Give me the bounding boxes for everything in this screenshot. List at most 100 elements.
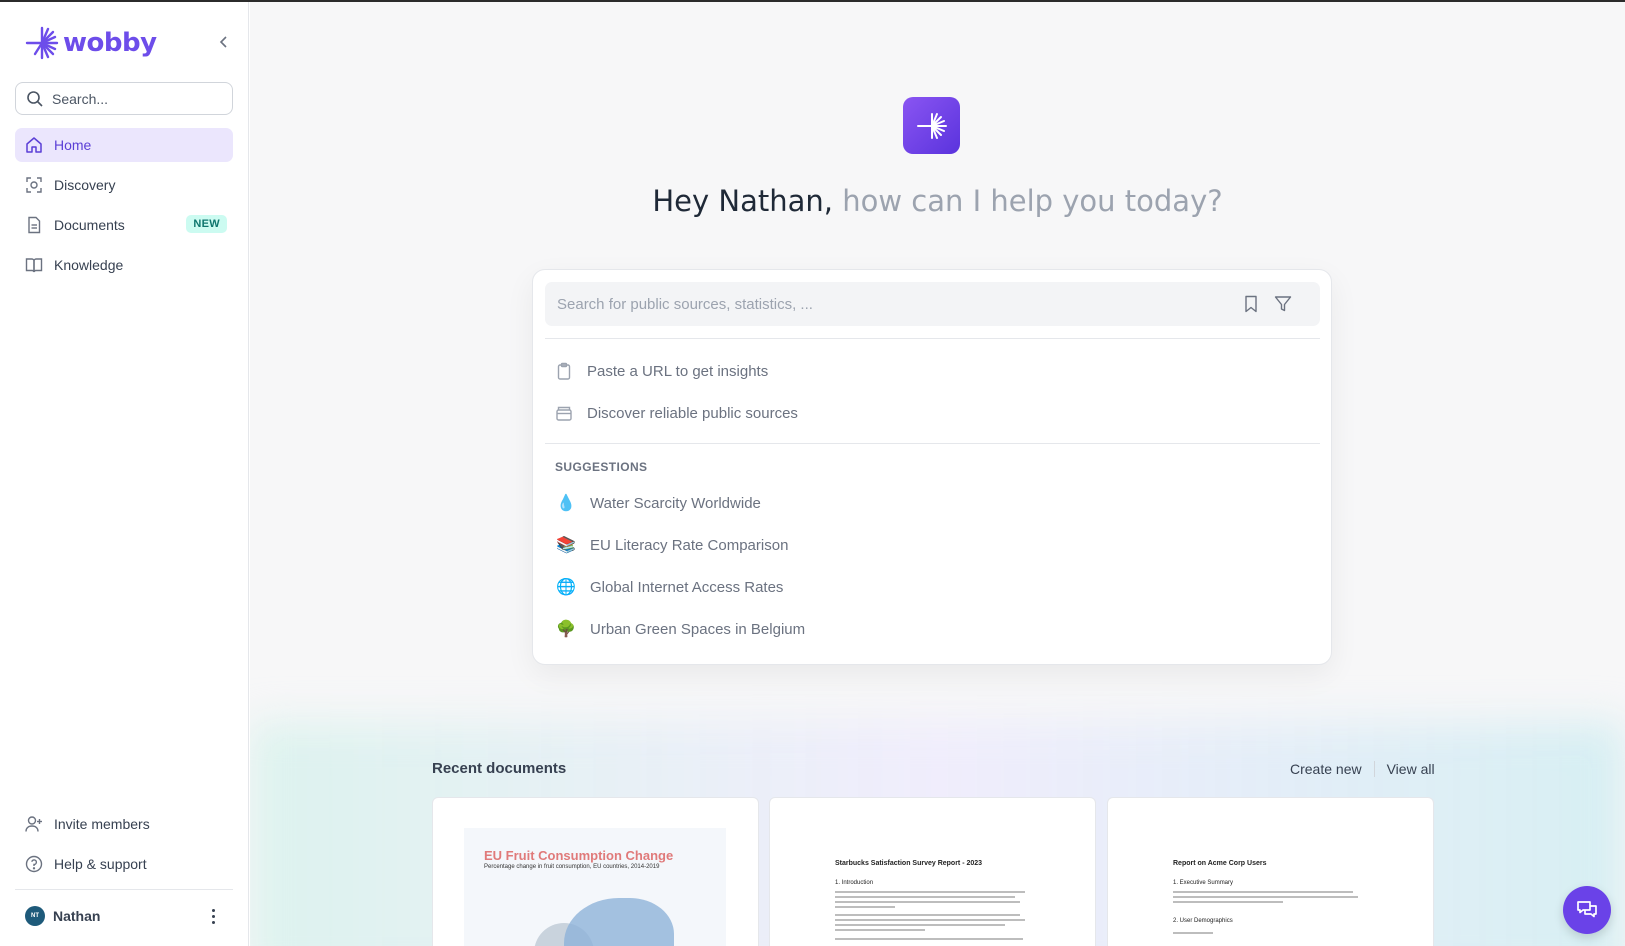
action-label: Discover reliable public sources: [587, 404, 798, 422]
discover-sources-action[interactable]: Discover reliable public sources: [555, 398, 798, 428]
bookmark-icon[interactable]: [1241, 294, 1261, 314]
sidebar-item-label: Knowledge: [54, 257, 124, 273]
view-all-link[interactable]: View all: [1387, 761, 1435, 777]
text-line: [1173, 891, 1353, 893]
sidebar-search-input[interactable]: [52, 90, 212, 107]
main-content: Hey Nathan, how can I help you today? Pa…: [250, 2, 1625, 946]
invite-user-icon: [25, 816, 42, 832]
chat-support-button[interactable]: [1563, 886, 1611, 934]
clipboard-icon: [557, 362, 571, 380]
wobby-logo-icon: [25, 26, 59, 60]
thumbnail-section: 1. Introduction: [835, 880, 874, 886]
sidebar-item-invite-members[interactable]: Invite members: [15, 807, 233, 841]
thumbnail-title: EU Fruit Consumption Change: [484, 848, 674, 863]
sidebar-item-label: Home: [54, 137, 92, 153]
text-line: [1173, 901, 1283, 903]
sidebar-item-documents[interactable]: Documents NEW: [15, 208, 233, 242]
text-line: [835, 901, 1020, 903]
document-card[interactable]: EU Fruit Consumption Change Percentage c…: [432, 797, 759, 946]
assistant-logo-icon: [903, 97, 960, 154]
help-icon: [25, 855, 43, 873]
greeting-name: Hey Nathan,: [652, 184, 833, 218]
text-line: [835, 919, 1025, 921]
thumbnail-section: 2. User Demographics: [1173, 918, 1233, 924]
recent-documents-links: Create new View all: [1290, 761, 1435, 777]
suggestion-item[interactable]: 📚 EU Literacy Rate Comparison: [555, 530, 788, 560]
tree-icon: 🌳: [556, 621, 576, 638]
book-icon: [25, 258, 43, 273]
text-line: [1173, 932, 1213, 934]
suggestion-item[interactable]: 💧 Water Scarcity Worldwide: [555, 488, 761, 518]
thumbnail-section: 1. Executive Summary: [1173, 880, 1234, 886]
wobby-logo[interactable]: wobby: [25, 26, 157, 60]
document-thumbnail: EU Fruit Consumption Change Percentage c…: [464, 828, 726, 946]
text-line: [835, 938, 1023, 940]
sidebar-item-home[interactable]: Home: [15, 128, 233, 162]
books-icon: 📚: [556, 537, 576, 554]
recent-documents-title: Recent documents: [432, 760, 567, 777]
paste-url-action[interactable]: Paste a URL to get insights: [555, 356, 768, 386]
greeting-prompt: how can I help you today?: [833, 184, 1223, 218]
home-icon: [26, 137, 42, 153]
text-line: [835, 891, 1025, 893]
search-icon: [27, 90, 43, 107]
text-line: [1173, 896, 1358, 898]
globe-icon: 🌐: [556, 579, 576, 596]
sidebar-item-help-support[interactable]: Help & support: [15, 847, 233, 881]
thumbnail-title: Report on Acme Corp Users: [1173, 860, 1267, 867]
suggestion-label: EU Literacy Rate Comparison: [590, 536, 789, 554]
card-divider: [545, 338, 1320, 339]
text-line: [835, 906, 895, 908]
text-line: [835, 929, 925, 931]
collapse-sidebar-button[interactable]: [214, 32, 234, 52]
logo-text: wobby: [63, 28, 157, 58]
sidebar-divider: [15, 889, 233, 890]
thumbnail-subtitle: Percentage change in fruit consumption, …: [484, 864, 660, 870]
document-thumbnail: Starbucks Satisfaction Survey Report - 2…: [801, 828, 1063, 946]
user-name: Nathan: [53, 908, 101, 924]
sidebar-item-label: Invite members: [54, 816, 150, 832]
chevron-left-icon: [219, 36, 227, 48]
suggestion-label: Water Scarcity Worldwide: [590, 494, 761, 512]
document-icon: [28, 216, 41, 234]
suggestion-label: Urban Green Spaces in Belgium: [590, 620, 806, 638]
document-card[interactable]: Starbucks Satisfaction Survey Report - 2…: [769, 797, 1096, 946]
discovery-icon: [26, 177, 42, 193]
text-line: [835, 896, 1015, 898]
chat-icon: [1577, 901, 1597, 918]
sidebar-item-label: Discovery: [54, 177, 116, 193]
sidebar-item-knowledge[interactable]: Knowledge: [15, 248, 233, 282]
suggestion-item[interactable]: 🌳 Urban Green Spaces in Belgium: [555, 614, 805, 644]
document-thumbnail: Report on Acme Corp Users 1. Executive S…: [1139, 828, 1401, 946]
sidebar-item-discovery[interactable]: Discovery: [15, 168, 233, 202]
create-new-link[interactable]: Create new: [1290, 761, 1362, 777]
text-line: [835, 924, 1005, 926]
new-badge: NEW: [186, 215, 227, 233]
sidebar-bottom-nav: Invite members Help & support: [15, 807, 233, 887]
suggestions-heading: SUGGESTIONS: [555, 460, 648, 474]
map-shape: [564, 898, 674, 946]
document-card[interactable]: Report on Acme Corp Users 1. Executive S…: [1107, 797, 1434, 946]
main-search-input[interactable]: [557, 295, 1237, 313]
avatar: NT: [25, 906, 45, 926]
action-label: Paste a URL to get insights: [587, 362, 769, 380]
sidebar-search[interactable]: [15, 82, 233, 115]
filter-icon[interactable]: [1273, 294, 1293, 314]
card-divider: [545, 443, 1320, 444]
suggestion-label: Global Internet Access Rates: [590, 578, 784, 596]
greeting-heading: Hey Nathan, how can I help you today?: [250, 184, 1625, 218]
sidebar-item-label: Help & support: [54, 856, 147, 872]
user-profile[interactable]: NT Nathan: [15, 901, 233, 931]
sidebar-nav: Home Discovery Documents NEW Knowledge: [15, 128, 233, 288]
sidebar-item-label: Documents: [54, 217, 125, 233]
suggestion-item[interactable]: 🌐 Global Internet Access Rates: [555, 572, 783, 602]
sidebar: wobby Home Discovery Documents NEW Knowl…: [0, 2, 249, 946]
main-search-bar[interactable]: [545, 282, 1320, 326]
search-card: Paste a URL to get insights Discover rel…: [532, 269, 1332, 665]
text-line: [835, 914, 1020, 916]
archive-icon: [556, 406, 572, 421]
link-divider: [1373, 761, 1375, 777]
more-vertical-icon[interactable]: [205, 906, 221, 926]
thumbnail-title: Starbucks Satisfaction Survey Report - 2…: [835, 860, 983, 867]
water-drop-icon: 💧: [556, 495, 576, 512]
